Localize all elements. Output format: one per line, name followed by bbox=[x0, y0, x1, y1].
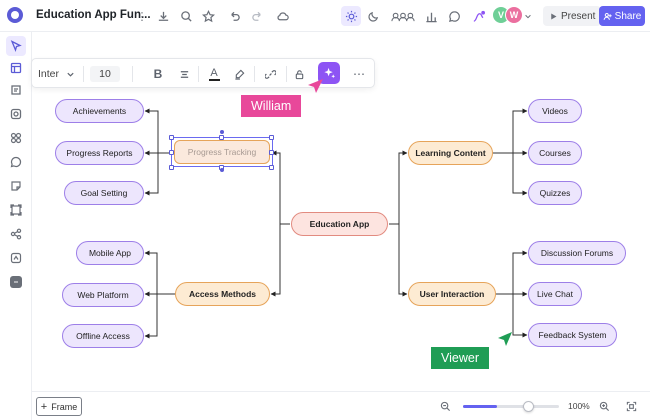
light-mode-icon[interactable] bbox=[341, 6, 361, 26]
leaf-node-feedback-system[interactable]: Feedback System bbox=[528, 323, 617, 347]
connector bbox=[271, 150, 290, 225]
image-tool-icon[interactable] bbox=[8, 202, 24, 218]
zoom-level: 100% bbox=[568, 401, 590, 411]
connector bbox=[144, 153, 159, 196]
present-label: Present bbox=[561, 10, 596, 22]
present-button[interactable]: Present bbox=[543, 6, 602, 26]
share-label: Share bbox=[614, 10, 642, 22]
download-icon[interactable] bbox=[155, 8, 171, 24]
left-toolbar bbox=[0, 32, 32, 420]
leaf-node-goal-setting[interactable]: Goal Setting bbox=[64, 181, 144, 205]
align-center-icon[interactable] bbox=[177, 66, 191, 82]
star-icon[interactable] bbox=[200, 8, 216, 24]
branch-node-learning-content[interactable]: Learning Content bbox=[408, 141, 493, 165]
resize-handle[interactable] bbox=[169, 165, 174, 170]
play-icon bbox=[551, 13, 557, 19]
bold-icon[interactable]: B bbox=[151, 66, 165, 82]
collaborator-cursor-label: Viewer bbox=[431, 347, 489, 369]
resize-handle[interactable] bbox=[269, 165, 274, 170]
branch-node-user-interaction[interactable]: User Interaction bbox=[408, 282, 496, 306]
connector bbox=[144, 108, 172, 154]
sticky-note-icon[interactable] bbox=[8, 178, 24, 194]
comment-tool-icon[interactable] bbox=[8, 154, 24, 170]
branch-node-progress-tracking[interactable]: Progress Tracking bbox=[174, 140, 270, 164]
resize-handle[interactable] bbox=[219, 135, 224, 140]
chevron-down-icon[interactable] bbox=[523, 8, 533, 24]
font-family-select[interactable]: Inter bbox=[38, 66, 59, 82]
comment-icon[interactable] bbox=[446, 8, 462, 24]
text-color-icon[interactable]: A bbox=[207, 66, 221, 82]
highlighter-icon[interactable] bbox=[232, 66, 246, 82]
collaborators-icon[interactable] bbox=[390, 8, 416, 24]
search-icon[interactable] bbox=[178, 8, 194, 24]
leaf-node-progress-reports[interactable]: Progress Reports bbox=[55, 141, 144, 165]
connector bbox=[512, 294, 528, 338]
fit-screen-icon[interactable] bbox=[625, 400, 638, 413]
connector bbox=[493, 108, 528, 154]
leaf-node-web-platform[interactable]: Web Platform bbox=[62, 283, 144, 307]
connector bbox=[389, 150, 408, 225]
connector bbox=[144, 250, 175, 295]
leaf-node-courses[interactable]: Courses bbox=[528, 141, 582, 165]
resize-handle[interactable] bbox=[169, 135, 174, 140]
avatar[interactable]: W bbox=[505, 6, 523, 24]
leaf-node-quizzes[interactable]: Quizzes bbox=[528, 181, 582, 205]
zoom-slider[interactable] bbox=[463, 405, 559, 408]
redo-icon[interactable] bbox=[249, 8, 265, 24]
resize-handle[interactable] bbox=[269, 135, 274, 140]
link-icon[interactable] bbox=[263, 66, 277, 82]
chevron-down-icon[interactable] bbox=[64, 66, 76, 82]
connector bbox=[496, 250, 528, 295]
share-nodes-icon[interactable] bbox=[8, 226, 24, 242]
zoom-out-icon[interactable] bbox=[439, 400, 452, 413]
add-frame-button[interactable]: + Frame bbox=[36, 397, 82, 416]
more-vertical-icon[interactable]: ⋮ bbox=[134, 8, 150, 24]
add-child-handle[interactable] bbox=[220, 168, 224, 172]
zoom-slider-thumb[interactable] bbox=[522, 401, 534, 412]
font-size-input[interactable]: 10 bbox=[90, 66, 120, 82]
connector bbox=[144, 294, 158, 339]
components-icon[interactable] bbox=[8, 130, 24, 146]
leaf-node-live-chat[interactable]: Live Chat bbox=[528, 282, 582, 306]
leaf-node-discussion-forums[interactable]: Discussion Forums bbox=[528, 241, 626, 265]
undo-icon[interactable] bbox=[226, 8, 242, 24]
app-logo-icon[interactable] bbox=[7, 7, 23, 23]
pen-curve-icon[interactable] bbox=[470, 8, 486, 24]
lock-icon[interactable] bbox=[292, 66, 306, 82]
cloud-sync-icon[interactable] bbox=[274, 8, 290, 24]
user-plus-icon bbox=[603, 12, 612, 20]
template-icon[interactable] bbox=[8, 60, 24, 76]
share-button[interactable]: Share bbox=[599, 6, 645, 26]
more-tools-icon[interactable] bbox=[10, 276, 22, 288]
more-horizontal-icon[interactable]: ⋯ bbox=[352, 66, 366, 82]
leaf-node-achievements[interactable]: Achievements bbox=[55, 99, 144, 123]
collaborator-cursor-label: William bbox=[241, 95, 302, 117]
leaf-node-videos[interactable]: Videos bbox=[528, 99, 582, 123]
connector bbox=[512, 153, 528, 196]
zoom-slider-fill bbox=[463, 405, 497, 408]
bar-chart-icon[interactable] bbox=[423, 8, 439, 24]
cursor-arrow-icon bbox=[308, 79, 323, 93]
plus-icon: + bbox=[40, 400, 48, 413]
connector bbox=[270, 224, 281, 297]
add-child-handle[interactable] bbox=[220, 130, 224, 134]
frame-tool-icon[interactable] bbox=[8, 82, 24, 98]
frame-label: Frame bbox=[51, 401, 78, 412]
leaf-node-offline-access[interactable]: Offline Access bbox=[62, 324, 144, 348]
root-node[interactable]: Education App bbox=[291, 212, 388, 236]
bottom-bar: + Frame 100% bbox=[32, 391, 650, 420]
cursor-arrow-icon bbox=[498, 332, 512, 346]
leaf-node-mobile-app[interactable]: Mobile App bbox=[76, 241, 144, 265]
resize-handle[interactable] bbox=[169, 150, 174, 155]
zoom-in-icon[interactable] bbox=[598, 400, 611, 413]
dark-mode-icon[interactable] bbox=[365, 8, 381, 24]
shape-tool-icon[interactable] bbox=[8, 106, 24, 122]
branch-node-access-methods[interactable]: Access Methods bbox=[175, 282, 270, 306]
embed-icon[interactable] bbox=[8, 250, 24, 266]
top-toolbar: Education App Fun... ⋮ V W Present Share bbox=[0, 0, 650, 32]
connector bbox=[398, 224, 408, 297]
pointer-select-icon[interactable] bbox=[6, 36, 26, 56]
resize-handle[interactable] bbox=[269, 150, 274, 155]
